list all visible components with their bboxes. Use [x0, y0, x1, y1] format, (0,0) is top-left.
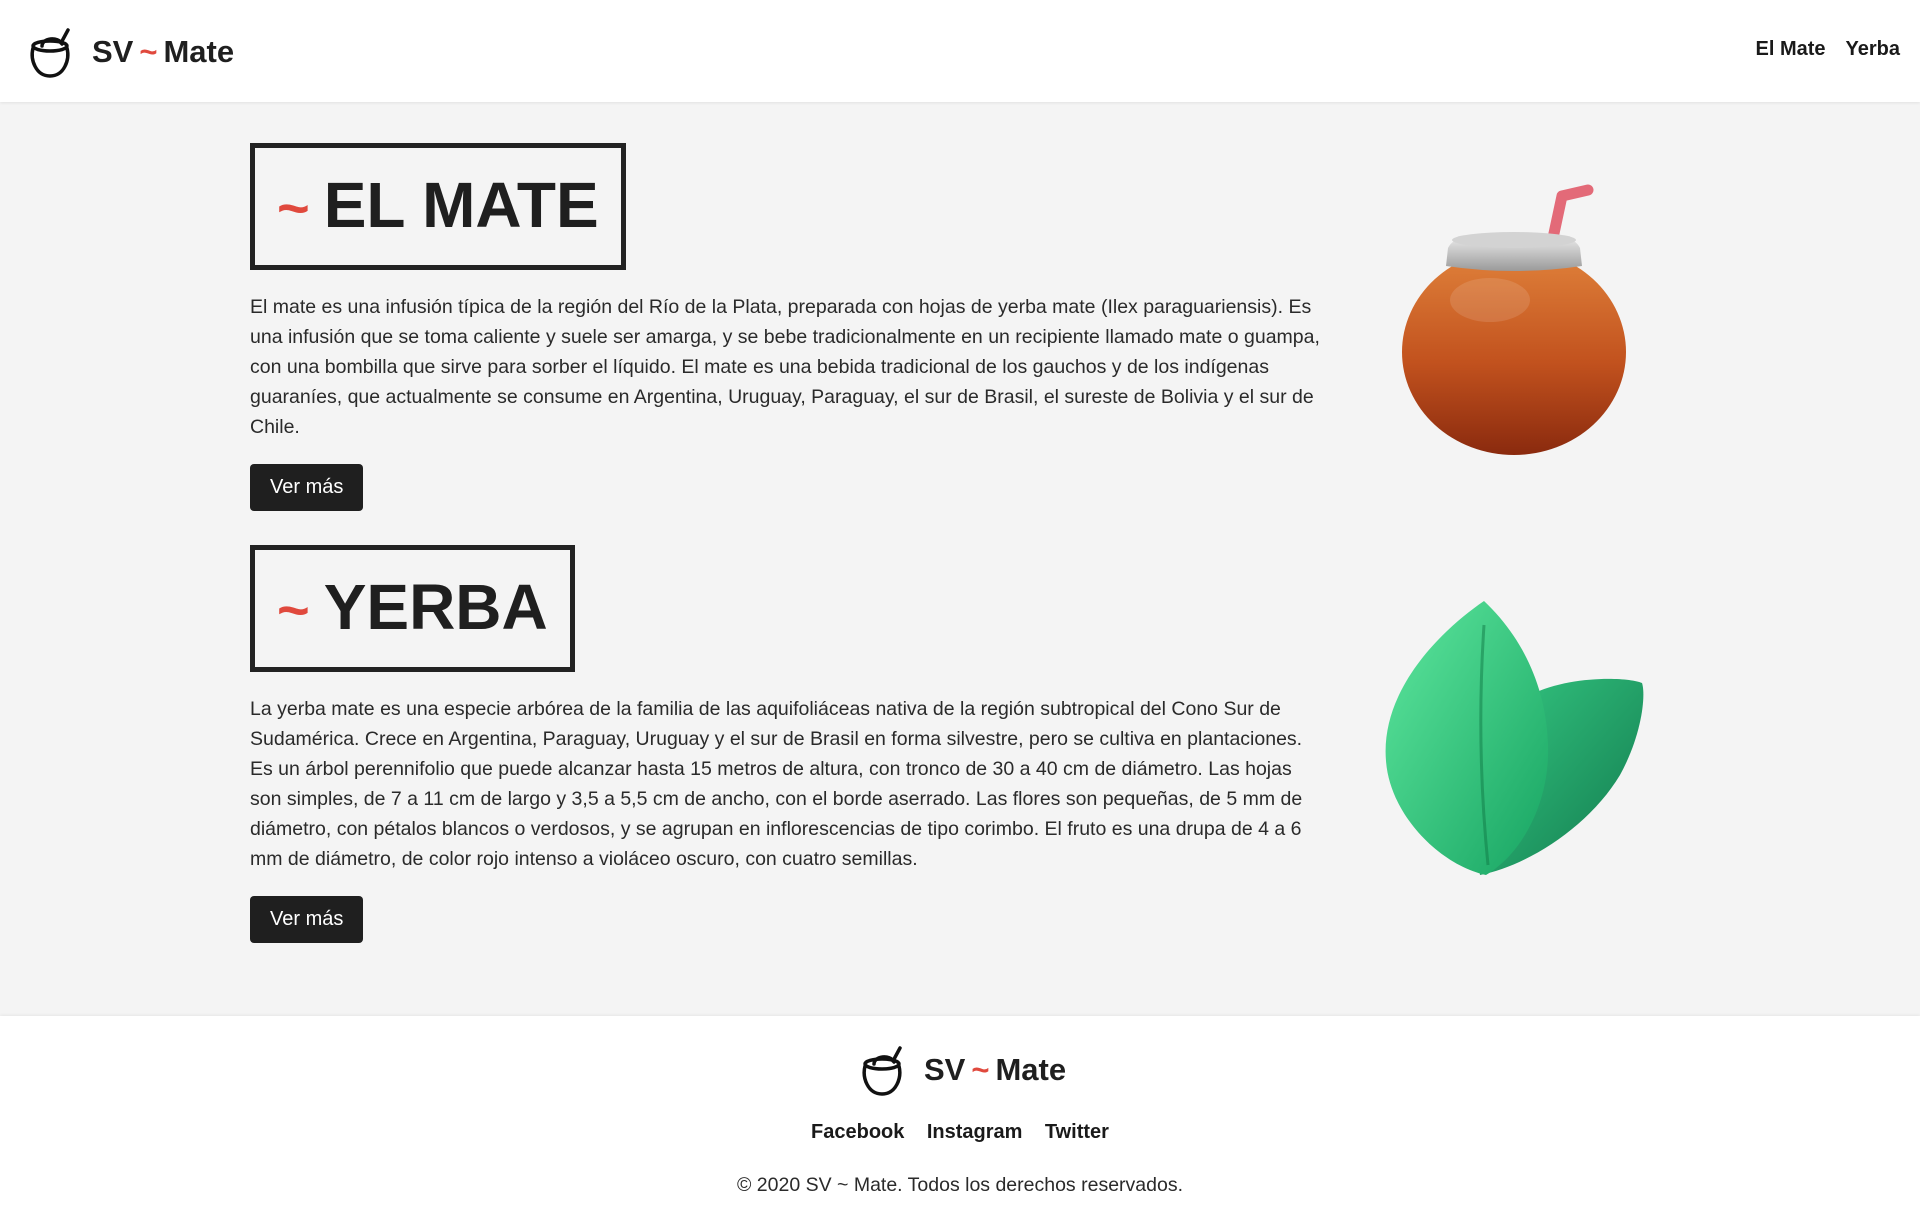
mate-cup-icon — [30, 28, 70, 78]
mate-gourd-icon — [1402, 184, 1626, 455]
footer-link-instagram[interactable]: Instagram — [927, 1121, 1023, 1143]
footer-links: Facebook Instagram Twitter — [0, 1121, 1920, 1144]
brand-name-left: SV — [92, 34, 134, 69]
footer-link-facebook[interactable]: Facebook — [811, 1121, 904, 1143]
brand-name-right: Mate — [995, 1052, 1067, 1087]
nav-link-yerba[interactable]: Yerba — [1846, 38, 1900, 61]
brand-name-right: Mate — [163, 34, 235, 69]
footer-link-twitter[interactable]: Twitter — [1045, 1121, 1109, 1143]
main-nav: El Mate Yerba — [1755, 38, 1900, 61]
section-description: La yerba mate es una especie arbórea de … — [250, 698, 1303, 870]
section-title-box: ~ YERBA — [250, 545, 575, 672]
mate-cup-icon — [862, 1046, 902, 1096]
nav-link-el-mate[interactable]: El Mate — [1755, 38, 1825, 61]
section-title: YERBA — [323, 571, 548, 643]
brand-tilde: ~ — [139, 34, 158, 69]
footer: SV ~ Mate Facebook Instagram Twitter © 202… — [0, 1016, 1920, 1219]
leaves-icon — [1385, 601, 1644, 875]
section-description: El mate es una infusión típica de la reg… — [250, 296, 1320, 438]
ver-mas-button[interactable]: Ver más — [250, 896, 364, 943]
section-yerba: ~ YERBA La yerba mate es una especie arbó… — [250, 545, 1320, 943]
section-title: EL MATE — [323, 169, 599, 241]
footer-brand-name: SV ~ Mate — [924, 1052, 1066, 1088]
brand-name-left: SV — [924, 1052, 966, 1087]
title-tilde: ~ — [277, 578, 310, 641]
section-el-mate: ~ EL MATE El mate es una infusión típica … — [250, 143, 1320, 511]
brand-name: SV ~ Mate — [92, 34, 234, 70]
brand-link[interactable]: SV ~ Mate — [28, 24, 234, 80]
section-title-box: ~ EL MATE — [250, 143, 626, 270]
title-tilde: ~ — [277, 176, 310, 239]
footer-brand[interactable]: SV ~ Mate — [860, 1042, 1066, 1098]
brand-tilde: ~ — [971, 1052, 990, 1087]
ver-mas-button[interactable]: Ver más — [250, 464, 364, 511]
copyright-text: © 2020 SV ~ Mate. Todos los derechos res… — [737, 1174, 1183, 1196]
top-navbar: SV ~ Mate El Mate Yerba — [0, 0, 1920, 102]
